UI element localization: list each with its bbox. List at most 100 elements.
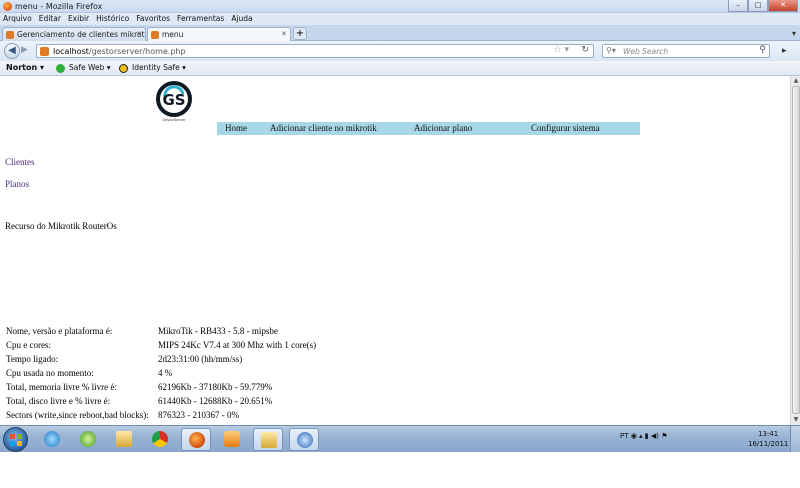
info-label: Tempo ligado:: [6, 354, 59, 364]
new-tab-button[interactable]: +: [293, 27, 307, 40]
menu-bar: Arquivo Editar Exibir Histórico Favorito…: [0, 13, 800, 25]
maximize-button[interactable]: □: [748, 0, 768, 12]
close-tab-icon[interactable]: ✕: [136, 28, 142, 41]
top-menu-bar: Home Adicionar cliente no mikrotik Adici…: [217, 122, 640, 135]
menu-historico[interactable]: Histórico: [96, 13, 129, 25]
menu-ferramentas[interactable]: Ferramentas: [177, 13, 224, 25]
show-desktop-button[interactable]: [790, 426, 800, 453]
taskbar-folder-icon[interactable]: [253, 428, 283, 451]
info-label: Total, disco livre e % livre é:: [6, 396, 111, 406]
windows-flag-icon: [10, 434, 22, 446]
list-all-tabs-icon[interactable]: ▾: [792, 29, 796, 38]
search-icon[interactable]: ⚲: [759, 45, 766, 55]
menu-link-adicionar-plano[interactable]: Adicionar plano: [414, 123, 472, 134]
info-row: Cpu e cores: MIPS 24Kc V7.4 at 300 Mhz wi…: [4, 338, 316, 352]
menu-favoritos[interactable]: Favoritos: [136, 13, 170, 25]
menu-link-configurar-sistema[interactable]: Configurar sistema: [531, 123, 600, 134]
windows-taskbar: PT ◉ ▴ ▮ ◀) ⚑ 13:41 16/11/2011: [0, 425, 800, 453]
taskbar-internet-explorer-icon[interactable]: [37, 428, 67, 451]
search-engine-icon[interactable]: ⚲▾: [606, 46, 616, 55]
taskbar-green-app-icon[interactable]: [73, 428, 103, 451]
taskbar-firefox-icon[interactable]: [181, 428, 211, 451]
info-label: Total, memoria livre % livre é:: [6, 382, 117, 392]
link-clientes[interactable]: Clientes: [5, 157, 35, 167]
scroll-up-icon[interactable]: ▲: [792, 77, 800, 85]
info-value: 4 %: [158, 368, 173, 378]
start-button[interactable]: [3, 427, 28, 452]
scrollbar-thumb[interactable]: [792, 86, 800, 414]
info-row: Sectors (write,since reboot,bad blocks):…: [4, 408, 316, 422]
logo-caption: GestorServer: [162, 118, 186, 122]
taskbar-explorer-icon[interactable]: [109, 428, 139, 451]
info-row: Tempo ligado: 2d23:31:00 (hh/mm/ss): [4, 352, 316, 366]
info-row: Total, memoria livre % livre é: 62196Kb -…: [4, 380, 316, 394]
back-button[interactable]: ◀: [4, 43, 20, 59]
page-favicon-icon: [6, 31, 14, 39]
clock-time: 13:41: [758, 430, 779, 438]
tab-label: Gerenciamento de clientes mikrotik g...: [17, 30, 145, 39]
menu-editar[interactable]: Editar: [39, 13, 61, 25]
info-row: Cpu usada no momento: 4 %: [4, 366, 316, 380]
info-label: Nome, versão e plataforma é:: [6, 326, 113, 336]
page-favicon-icon: [151, 31, 159, 39]
info-label: Cpu e cores:: [6, 340, 51, 350]
menu-arquivo[interactable]: Arquivo: [3, 13, 32, 25]
norton-toolbar: Norton ▾ Safe Web ▾ Identity Safe ▾: [0, 61, 800, 76]
logo-text: GS: [162, 91, 185, 109]
info-row: Nome, versão e plataforma é: MikroTik - R…: [4, 324, 316, 338]
close-tab-icon[interactable]: ✕: [281, 28, 287, 41]
gestorserver-logo: GS GestorServer: [156, 81, 192, 122]
reload-icon[interactable]: ↻: [581, 45, 589, 55]
info-row: Total, disco livre e % livre é: 61440Kb -…: [4, 394, 316, 408]
system-tray[interactable]: PT ◉ ▴ ▮ ◀) ⚑: [620, 432, 668, 440]
language-indicator[interactable]: PT: [620, 432, 629, 440]
bookmark-star-icon[interactable]: ☆ ▾: [554, 45, 569, 55]
menu-exibir[interactable]: Exibir: [68, 13, 89, 25]
url-text[interactable]: localhost/gestorserver/home.php: [53, 46, 186, 57]
info-value: 2d23:31:00 (hh/mm/ss): [158, 354, 243, 364]
safe-web-menu[interactable]: Safe Web ▾: [69, 63, 111, 72]
tab-label: menu: [162, 30, 184, 39]
norton-menu[interactable]: Norton ▾: [6, 63, 44, 72]
info-label: Cpu usada no momento:: [6, 368, 94, 378]
forward-button[interactable]: ▶: [21, 45, 28, 55]
close-button[interactable]: ✕: [768, 0, 798, 12]
toolbar-extra-icon[interactable]: ▸: [782, 46, 787, 56]
info-value: 876323 - 210367 - 0%: [158, 410, 239, 420]
link-planos[interactable]: Planos: [5, 179, 29, 189]
window-titlebar[interactable]: menu - Mozilla Firefox – □ ✕: [0, 0, 800, 13]
navigation-toolbar: ◀ ▶ localhost/gestorserver/home.php ☆ ▾ …: [0, 41, 800, 61]
router-info-table: Nome, versão e plataforma é: MikroTik - R…: [4, 324, 316, 422]
identity-safe-menu[interactable]: Identity Safe ▾: [132, 63, 186, 72]
tab-gerenciamento[interactable]: Gerenciamento de clientes mikrotik g... …: [2, 27, 146, 41]
url-bar[interactable]: localhost/gestorserver/home.php ☆ ▾ ↻: [36, 44, 594, 58]
info-label: Sectors (write,since reboot,bad blocks):: [6, 410, 149, 420]
minimize-button[interactable]: –: [728, 0, 748, 12]
info-value: MIPS 24Kc V7.4 at 300 Mhz with 1 core(s): [158, 340, 317, 350]
menu-link-home[interactable]: Home: [225, 123, 247, 134]
page-content: GS GestorServer Home Adicionar cliente n…: [0, 76, 790, 425]
menu-link-adicionar-cliente[interactable]: Adicionar cliente no mikrotik: [270, 123, 377, 134]
info-value: 61440Kb - 12688Kb - 20.651%: [158, 396, 273, 406]
section-title: Recurso do Mikrotik RouterOs: [5, 221, 117, 231]
firefox-icon[interactable]: [3, 2, 12, 11]
taskbar-app-icon[interactable]: [289, 428, 319, 451]
taskbar-media-player-icon[interactable]: [217, 428, 247, 451]
tab-menu[interactable]: menu ✕: [147, 27, 291, 41]
identity-safe-icon[interactable]: [119, 64, 128, 73]
taskbar-clock[interactable]: 13:41 16/11/2011: [748, 429, 788, 449]
search-bar[interactable]: ⚲▾ Web Search ⚲: [602, 44, 770, 58]
info-value: 62196Kb - 37180Kb - 59.779%: [158, 382, 273, 392]
vertical-scrollbar[interactable]: ▲ ▼: [790, 76, 800, 425]
tab-strip: Gerenciamento de clientes mikrotik g... …: [0, 25, 800, 41]
window-title: menu - Mozilla Firefox: [15, 2, 103, 11]
taskbar-chrome-icon[interactable]: [145, 428, 175, 451]
clock-date: 16/11/2011: [748, 440, 789, 448]
menu-ajuda[interactable]: Ajuda: [231, 13, 252, 25]
site-identity-icon[interactable]: [40, 47, 49, 56]
scroll-down-icon[interactable]: ▼: [792, 416, 800, 424]
screen-margin: [0, 452, 800, 488]
info-value: MikroTik - RB433 - 5.8 - mipsbe: [158, 326, 278, 336]
search-input[interactable]: Web Search: [623, 46, 668, 57]
safe-web-icon[interactable]: [56, 64, 65, 73]
